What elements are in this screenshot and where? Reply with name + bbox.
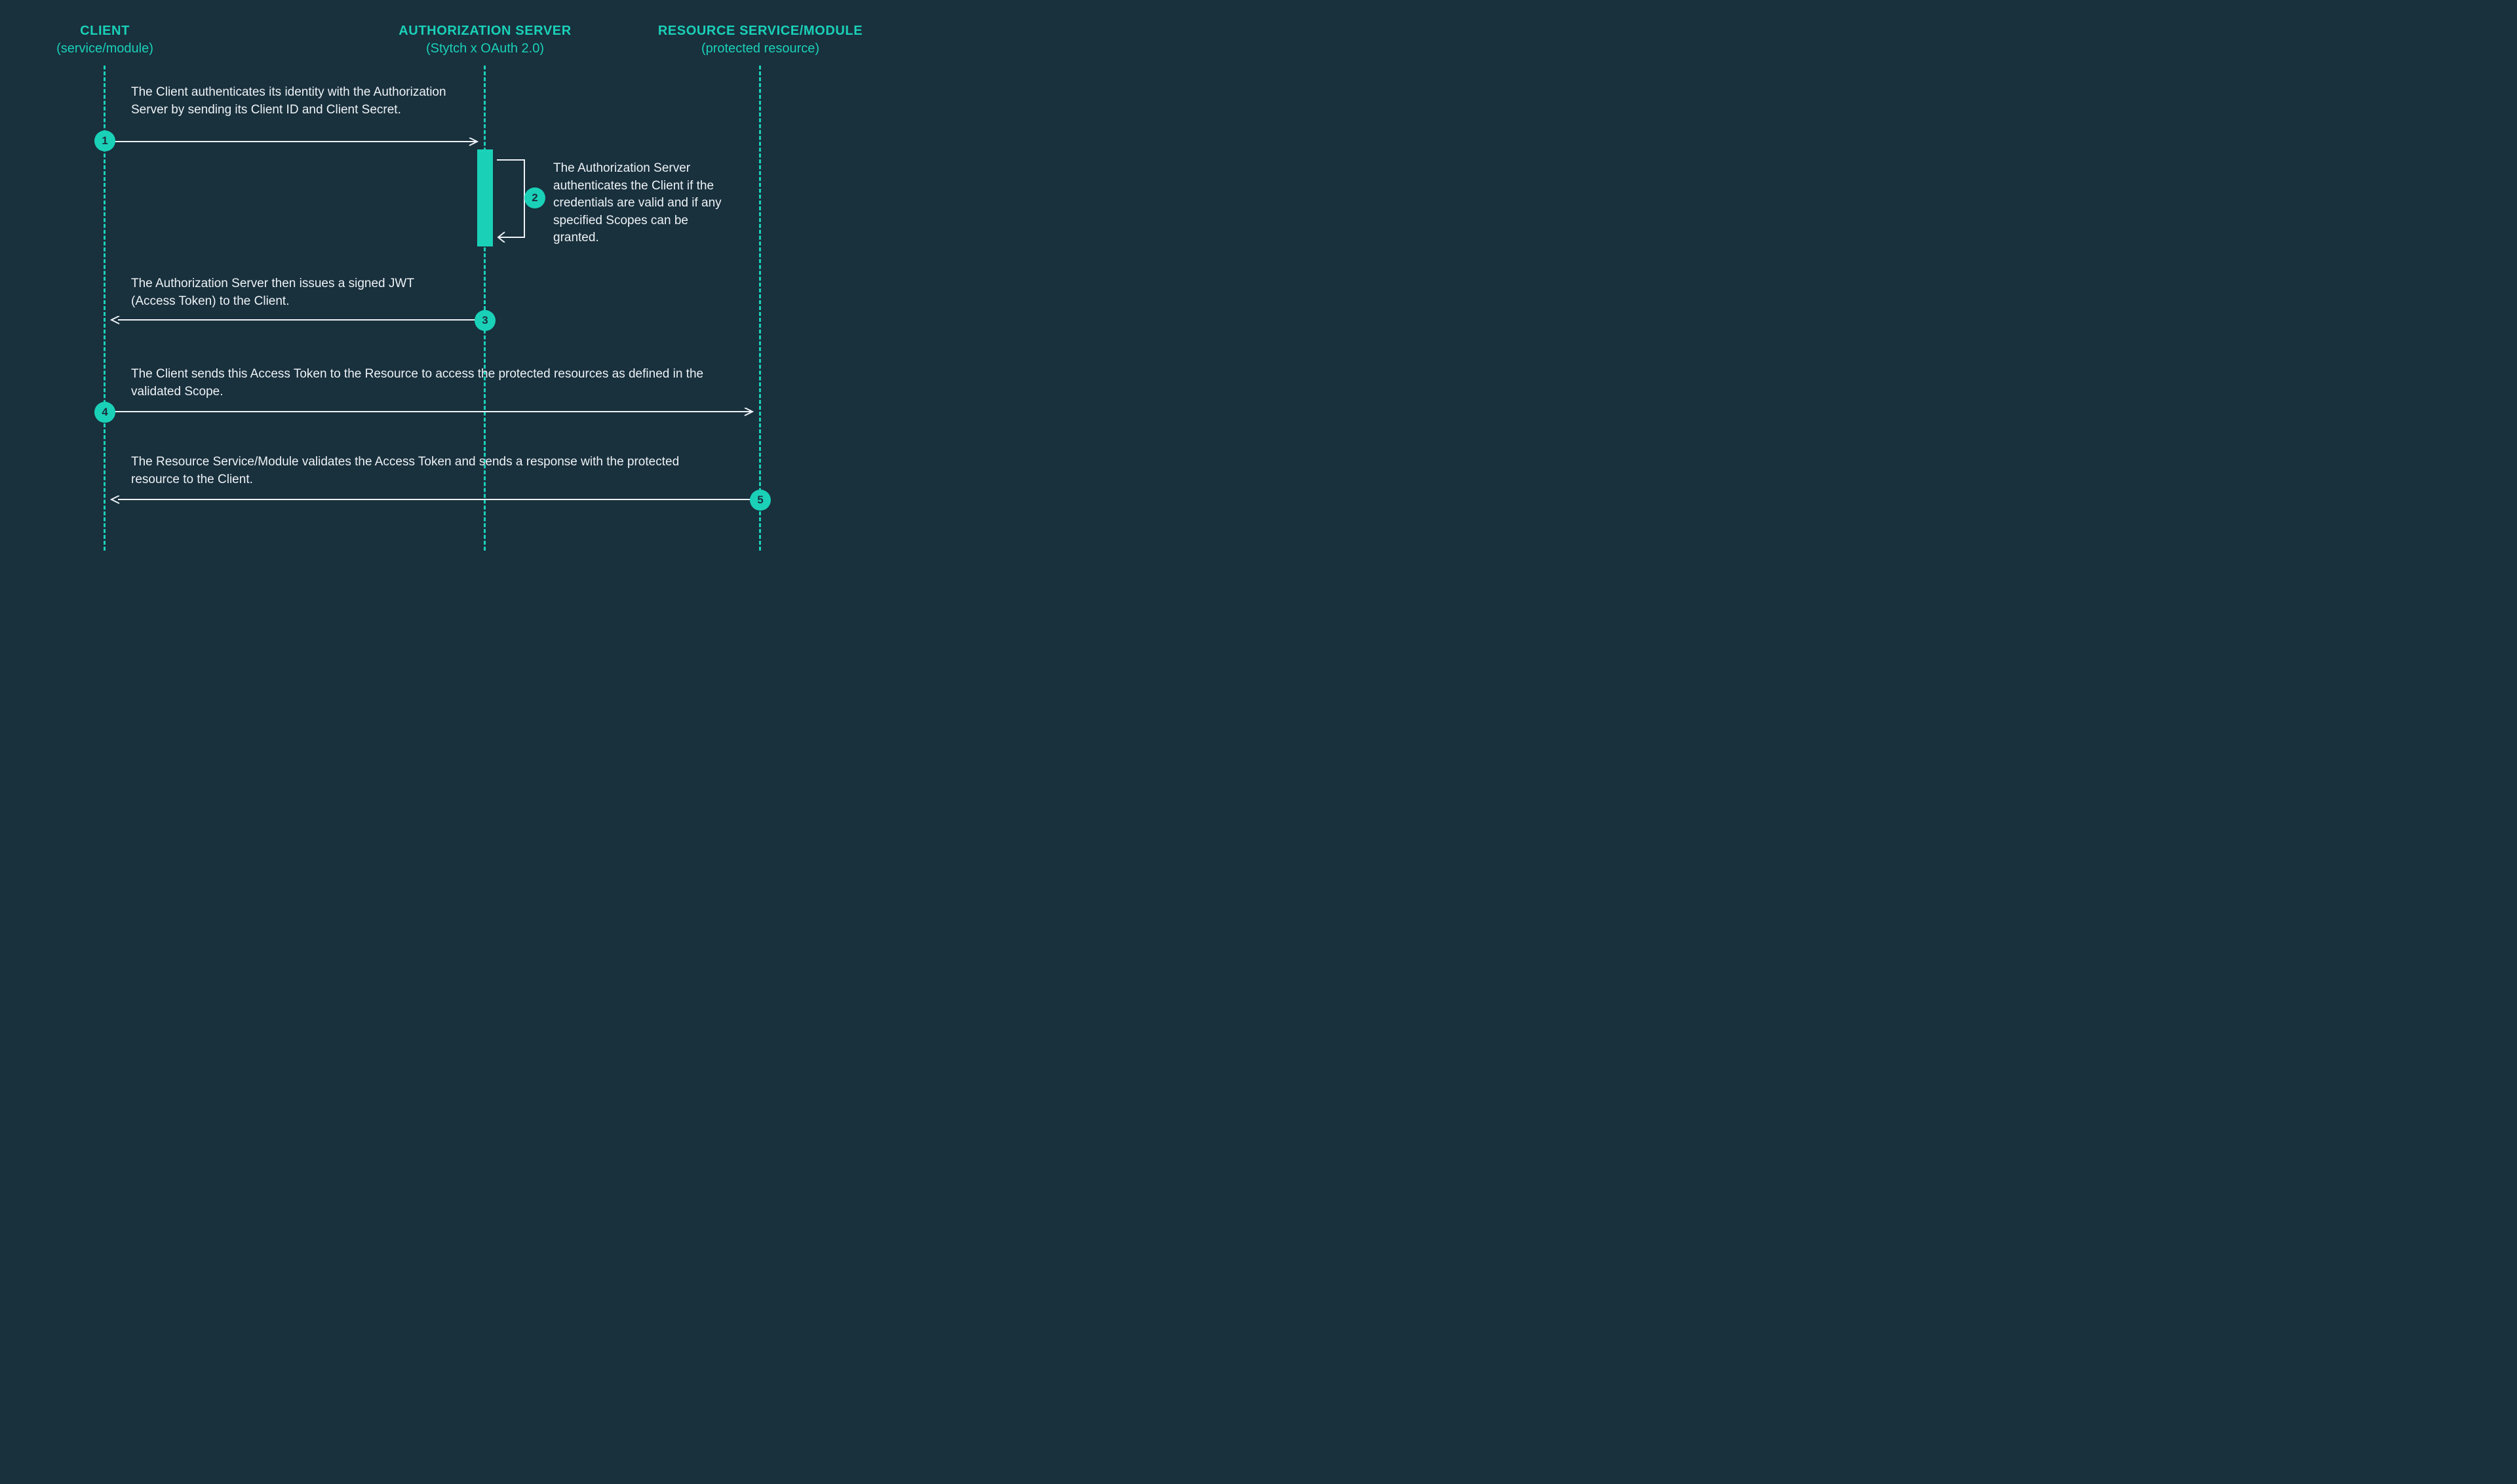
lane-subtitle: (service/module) (39, 41, 170, 56)
lane-header-resource: RESOURCE SERVICE/MODULE (protected resou… (655, 24, 865, 56)
step4-text: The Client sends this Access Token to th… (131, 366, 721, 400)
lane-header-client: CLIENT (service/module) (39, 24, 170, 56)
lane-title: AUTHORIZATION SERVER (374, 24, 596, 39)
step1-badge: 1 (94, 130, 115, 151)
step2-badge: 2 (524, 187, 545, 208)
lane-title: CLIENT (39, 24, 170, 39)
step1-arrow-icon (105, 138, 485, 148)
lifeline-resource (759, 66, 761, 551)
lane-title: RESOURCE SERVICE/MODULE (655, 24, 865, 39)
lane-subtitle: (protected resource) (655, 41, 865, 56)
step4-badge: 4 (94, 402, 115, 423)
step5-text: The Resource Service/Module validates th… (131, 454, 721, 488)
step1-text: The Client authenticates its identity wi… (131, 84, 452, 119)
step5-badge: 5 (750, 490, 771, 511)
step3-badge: 3 (475, 310, 496, 331)
step3-arrow-icon (110, 316, 485, 326)
step5-arrow-icon (110, 496, 760, 506)
step2-text: The Authorization Server authenticates t… (553, 160, 724, 247)
sequence-diagram: CLIENT (service/module) AUTHORIZATION SE… (0, 0, 970, 551)
activation-auth (477, 149, 493, 246)
step4-arrow-icon (105, 408, 760, 418)
lane-header-auth: AUTHORIZATION SERVER (Stytch x OAuth 2.0… (374, 24, 596, 56)
lane-subtitle: (Stytch x OAuth 2.0) (374, 41, 596, 56)
step3-text: The Authorization Server then issues a s… (131, 275, 452, 310)
